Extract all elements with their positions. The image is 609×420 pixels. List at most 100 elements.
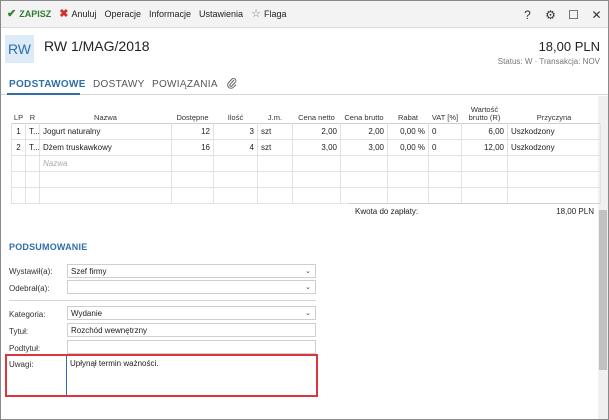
new-item-name-input[interactable]: Nazwa bbox=[39, 154, 172, 172]
cell-cena-brutto[interactable]: 2,00 bbox=[340, 122, 388, 140]
flag-button[interactable]: ☆ Flaga bbox=[247, 1, 290, 28]
notes-label: Uwagi: bbox=[9, 360, 34, 369]
empty-cell[interactable] bbox=[257, 154, 293, 172]
tab-dostawy[interactable]: DOSTAWY bbox=[93, 79, 145, 90]
operations-menu[interactable]: Operacje bbox=[100, 1, 145, 28]
cell-nazwa[interactable]: Dżem truskawkowy bbox=[39, 138, 172, 156]
empty-cell[interactable] bbox=[387, 154, 429, 172]
empty-cell[interactable] bbox=[213, 154, 258, 172]
help-icon[interactable]: ? bbox=[516, 1, 539, 28]
issued-by-select[interactable]: Szef firmy ⌄ bbox=[67, 264, 316, 278]
empty-cell[interactable] bbox=[340, 154, 388, 172]
notes-textarea[interactable]: Upłynął termin ważności. bbox=[66, 356, 316, 395]
table-row[interactable]: 1 T... Jogurt naturalny 12 3 szt 2,00 2,… bbox=[11, 122, 601, 140]
chevron-down-icon: ⌄ bbox=[305, 284, 311, 291]
empty-cell bbox=[461, 186, 508, 204]
new-row[interactable]: Nazwa bbox=[11, 154, 601, 172]
col-header-r[interactable]: R bbox=[26, 104, 40, 123]
cell-cena-netto[interactable]: 3,00 bbox=[292, 138, 341, 156]
cell-vat[interactable]: 0 bbox=[428, 138, 462, 156]
document-type-badge: RW bbox=[5, 35, 34, 63]
col-header-wartosc-brutto[interactable]: Wartość brutto (R) bbox=[462, 104, 508, 123]
col-header-przyczyna[interactable]: Przyczyna bbox=[508, 104, 601, 123]
cell-cena-netto[interactable]: 2,00 bbox=[292, 122, 341, 140]
tab-powiazania[interactable]: POWIĄZANIA bbox=[152, 79, 218, 90]
col-header-lp[interactable]: LP bbox=[12, 104, 26, 123]
tab-podstawowe[interactable]: PODSTAWOWE bbox=[9, 79, 86, 90]
empty-cell bbox=[25, 170, 40, 188]
cell-r[interactable]: T... bbox=[25, 122, 40, 140]
toolbar: ✔ ZAPISZ ✖ Anuluj Operacje Informacje Us… bbox=[1, 1, 608, 28]
table-row[interactable]: 2 T... Dżem truskawkowy 16 4 szt 3,00 3,… bbox=[11, 138, 601, 156]
cell-dostepne[interactable]: 12 bbox=[171, 122, 214, 140]
close-icon[interactable]: ✕ bbox=[585, 1, 608, 28]
divider bbox=[9, 300, 316, 301]
empty-cell bbox=[39, 170, 172, 188]
empty-cell[interactable] bbox=[292, 154, 341, 172]
scrollbar-thumb[interactable] bbox=[599, 210, 607, 370]
empty-cell[interactable] bbox=[11, 154, 26, 172]
cell-lp[interactable]: 1 bbox=[11, 122, 26, 140]
cell-jm[interactable]: szt bbox=[257, 138, 293, 156]
empty-cell bbox=[387, 170, 429, 188]
star-icon: ☆ bbox=[251, 7, 261, 20]
cell-rabat[interactable]: 0,00 % bbox=[387, 122, 429, 140]
empty-cell bbox=[213, 170, 258, 188]
empty-cell[interactable] bbox=[25, 154, 40, 172]
cell-przyczyna[interactable]: Uszkodzony bbox=[507, 138, 601, 156]
empty-cell bbox=[39, 186, 172, 204]
cell-ilosc[interactable]: 4 bbox=[213, 138, 258, 156]
col-header-rabat[interactable]: Rabat bbox=[388, 104, 429, 123]
window-controls: ? ⚙ ☐ ✕ bbox=[516, 1, 608, 28]
cell-jm[interactable]: szt bbox=[257, 122, 293, 140]
maximize-icon[interactable]: ☐ bbox=[562, 1, 585, 28]
total-label: Kwota do zapłaty: bbox=[355, 207, 419, 216]
col-header-cena-netto[interactable]: Cena netto bbox=[293, 104, 341, 123]
settings-menu[interactable]: Ustawienia bbox=[195, 1, 247, 28]
cell-ilosc[interactable]: 3 bbox=[213, 122, 258, 140]
close-x-icon: ✖ bbox=[59, 7, 69, 20]
empty-cell[interactable] bbox=[171, 154, 214, 172]
cancel-button[interactable]: ✖ Anuluj bbox=[55, 1, 100, 28]
col-header-vat[interactable]: VAT [%] bbox=[429, 104, 462, 123]
received-by-select[interactable]: ⌄ bbox=[67, 280, 316, 294]
empty-cell bbox=[340, 186, 388, 204]
cell-nazwa[interactable]: Jogurt naturalny bbox=[39, 122, 172, 140]
title-input[interactable]: Rozchód wewnętrzny bbox=[67, 323, 316, 337]
empty-cell bbox=[25, 186, 40, 204]
col-header-nazwa[interactable]: Nazwa bbox=[40, 104, 172, 123]
cell-dostepne[interactable]: 16 bbox=[171, 138, 214, 156]
save-label: ZAPISZ bbox=[19, 9, 52, 19]
cell-przyczyna[interactable]: Uszkodzony bbox=[507, 122, 601, 140]
col-header-dostepne[interactable]: Dostępne bbox=[172, 104, 214, 123]
cell-wartosc-brutto[interactable]: 6,00 bbox=[461, 122, 508, 140]
empty-cell[interactable] bbox=[507, 154, 601, 172]
total-row: Kwota do zapłaty: 18,00 PLN bbox=[348, 203, 600, 219]
empty-cell bbox=[428, 170, 462, 188]
cell-cena-brutto[interactable]: 3,00 bbox=[340, 138, 388, 156]
cell-r[interactable]: T... bbox=[25, 138, 40, 156]
empty-cell bbox=[461, 170, 508, 188]
empty-cell bbox=[257, 186, 293, 204]
col-header-cena-brutto[interactable]: Cena brutto bbox=[341, 104, 388, 123]
save-button[interactable]: ✔ ZAPISZ bbox=[1, 1, 55, 28]
document-window: ✔ ZAPISZ ✖ Anuluj Operacje Informacje Us… bbox=[0, 0, 609, 420]
flag-label: Flaga bbox=[263, 9, 287, 19]
cell-vat[interactable]: 0 bbox=[428, 122, 462, 140]
subtitle-input[interactable] bbox=[67, 340, 316, 354]
table-header-row: LP R Nazwa Dostępne Ilość J.m. Cena nett… bbox=[12, 104, 601, 123]
cell-wartosc-brutto[interactable]: 12,00 bbox=[461, 138, 508, 156]
gear-icon[interactable]: ⚙ bbox=[539, 1, 562, 28]
category-select[interactable]: Wydanie ⌄ bbox=[67, 306, 316, 320]
empty-cell[interactable] bbox=[461, 154, 508, 172]
received-by-label: Odebrał(a): bbox=[9, 284, 50, 293]
category-label: Kategoria: bbox=[9, 310, 46, 319]
empty-cell[interactable] bbox=[428, 154, 462, 172]
col-header-jm[interactable]: J.m. bbox=[258, 104, 293, 123]
cell-lp[interactable]: 2 bbox=[11, 138, 26, 156]
cell-rabat[interactable]: 0,00 % bbox=[387, 138, 429, 156]
col-header-ilosc[interactable]: Ilość bbox=[214, 104, 258, 123]
info-menu[interactable]: Informacje bbox=[145, 1, 195, 28]
chevron-down-icon: ⌄ bbox=[305, 310, 311, 317]
attachment-icon[interactable] bbox=[227, 77, 237, 92]
